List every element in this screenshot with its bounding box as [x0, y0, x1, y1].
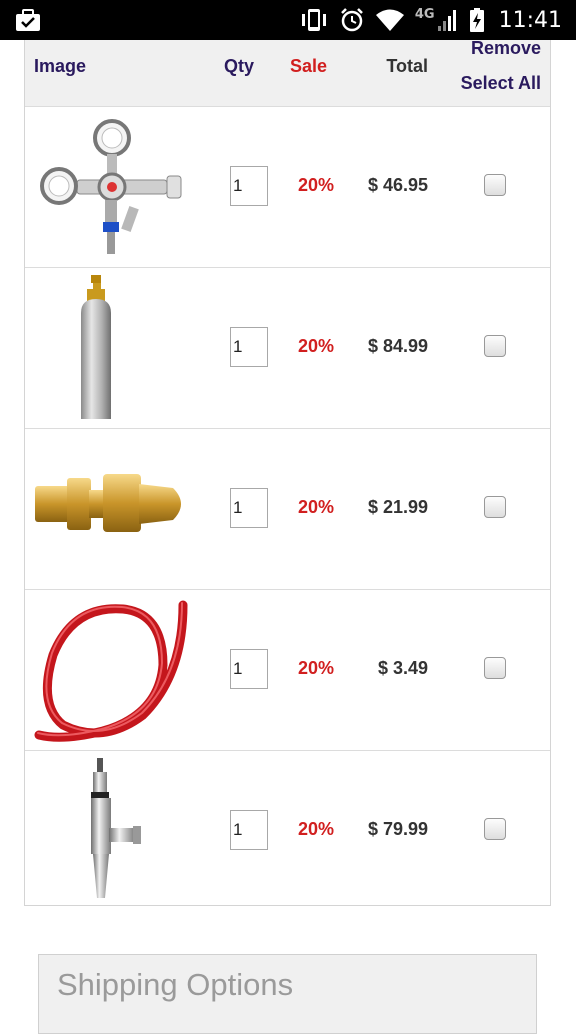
- cart-row: 20% $ 84.99: [25, 268, 550, 429]
- product-image-red-gas-hose[interactable]: [33, 595, 189, 745]
- quantity-input[interactable]: [230, 166, 268, 206]
- remove-checkbox[interactable]: [484, 335, 506, 357]
- total-column-header: Total: [386, 56, 428, 76]
- row-total: $ 79.99: [367, 819, 428, 839]
- quantity-input[interactable]: [230, 649, 268, 689]
- select-all-link[interactable]: Select All: [461, 73, 541, 94]
- sale-percent: 20%: [298, 658, 335, 678]
- row-total: $ 21.99: [367, 497, 428, 517]
- sale-percent: 20%: [298, 336, 335, 356]
- battery-charging-icon: [469, 8, 484, 32]
- cart-row: 20% $ 21.99: [25, 429, 550, 590]
- sale-percent: 20%: [298, 819, 335, 839]
- cart-header: Image Qty Sale Total Remove Select All: [25, 38, 550, 107]
- quantity-input[interactable]: [230, 488, 268, 528]
- row-total: $ 84.99: [367, 336, 428, 356]
- sale-percent: 20%: [298, 497, 335, 517]
- wifi-icon: [375, 9, 404, 31]
- briefcase-check-icon: [16, 9, 40, 31]
- shipping-options-panel[interactable]: Shipping Options: [38, 954, 537, 1034]
- cart-row: 20% $ 3.49: [25, 590, 550, 751]
- quantity-input[interactable]: [230, 327, 268, 367]
- remove-column-header: Remove: [470, 38, 541, 58]
- remove-checkbox[interactable]: [484, 174, 506, 196]
- sale-percent: 20%: [298, 175, 335, 195]
- row-total: $ 3.49: [377, 658, 428, 678]
- remove-checkbox[interactable]: [484, 657, 506, 679]
- qty-column-header: Qty: [224, 56, 255, 76]
- image-column-header: Image: [34, 56, 87, 76]
- shipping-options-title: Shipping Options: [57, 967, 294, 1002]
- product-image-brass-adapter[interactable]: [33, 434, 189, 584]
- cart-row: 20% $ 79.99: [25, 751, 550, 911]
- cart-row: 20% $ 46.95: [25, 107, 550, 268]
- remove-checkbox[interactable]: [484, 496, 506, 518]
- product-image-co2-tank[interactable]: [33, 273, 189, 423]
- status-bar: 4G 11:41: [0, 0, 576, 40]
- vibrate-icon: [301, 9, 326, 31]
- product-image-stout-faucet[interactable]: [33, 756, 189, 906]
- remove-checkbox[interactable]: [484, 818, 506, 840]
- sale-column-header: Sale: [290, 56, 328, 76]
- product-image-co2-regulator[interactable]: [33, 112, 189, 262]
- quantity-input[interactable]: [230, 810, 268, 850]
- network-type-label: 4G: [414, 6, 435, 22]
- cart-table: Image Qty Sale Total Remove Select All 2…: [24, 38, 551, 906]
- row-total: $ 46.95: [367, 175, 428, 195]
- signal-icon: [437, 10, 456, 31]
- alarm-icon: [340, 8, 363, 32]
- clock-time: 11:41: [498, 7, 562, 33]
